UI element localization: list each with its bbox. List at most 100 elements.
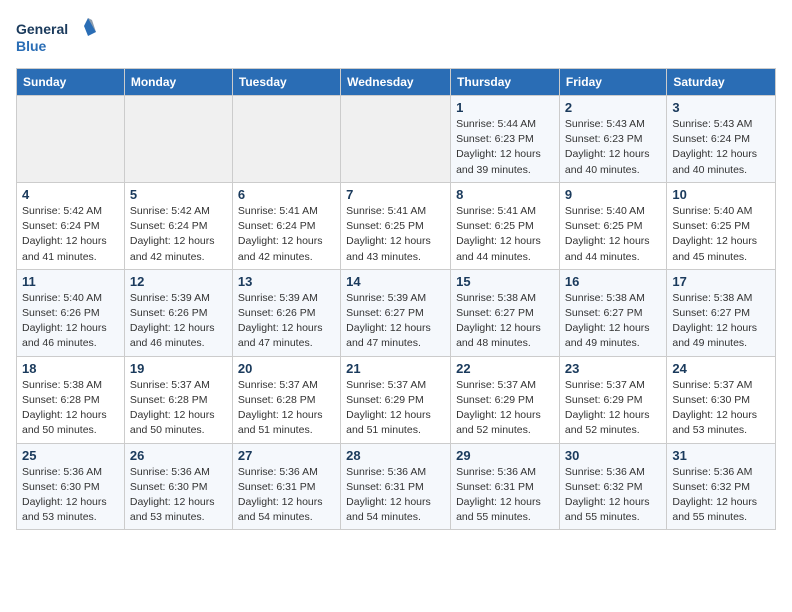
day-number: 22 [456, 361, 554, 376]
calendar-cell: 23 Sunrise: 5:37 AM Sunset: 6:29 PM Dayli… [559, 356, 666, 443]
calendar-cell [17, 96, 125, 183]
day-info: Sunrise: 5:37 AM Sunset: 6:29 PM Dayligh… [456, 378, 554, 439]
day-number: 16 [565, 274, 661, 289]
calendar-cell: 22 Sunrise: 5:37 AM Sunset: 6:29 PM Dayli… [451, 356, 560, 443]
calendar-cell: 1 Sunrise: 5:44 AM Sunset: 6:23 PM Daylig… [451, 96, 560, 183]
day-number: 1 [456, 100, 554, 115]
day-info: Sunrise: 5:41 AM Sunset: 6:25 PM Dayligh… [456, 204, 554, 265]
day-info: Sunrise: 5:43 AM Sunset: 6:24 PM Dayligh… [672, 117, 770, 178]
calendar-cell: 9 Sunrise: 5:40 AM Sunset: 6:25 PM Daylig… [559, 182, 666, 269]
day-number: 8 [456, 187, 554, 202]
day-number: 10 [672, 187, 770, 202]
weekday-header: Sunday [17, 69, 125, 96]
day-number: 25 [22, 448, 119, 463]
day-info: Sunrise: 5:43 AM Sunset: 6:23 PM Dayligh… [565, 117, 661, 178]
day-info: Sunrise: 5:38 AM Sunset: 6:28 PM Dayligh… [22, 378, 119, 439]
calendar-cell: 12Sunrise: 5:39 AM Sunset: 6:26 PM Dayli… [124, 269, 232, 356]
day-number: 19 [130, 361, 227, 376]
calendar-cell: 26 Sunrise: 5:36 AM Sunset: 6:30 PM Dayli… [124, 443, 232, 530]
calendar-cell: 19 Sunrise: 5:37 AM Sunset: 6:28 PM Dayli… [124, 356, 232, 443]
day-info: Sunrise: 5:40 AM Sunset: 6:26 PM Dayligh… [22, 291, 119, 352]
day-number: 28 [346, 448, 445, 463]
day-number: 6 [238, 187, 335, 202]
day-number: 21 [346, 361, 445, 376]
calendar-cell: 2 Sunrise: 5:43 AM Sunset: 6:23 PM Daylig… [559, 96, 666, 183]
day-info: Sunrise: 5:39 AM Sunset: 6:26 PM Dayligh… [238, 291, 335, 352]
weekday-header: Saturday [667, 69, 776, 96]
calendar-cell: 13 Sunrise: 5:39 AM Sunset: 6:26 PM Dayli… [232, 269, 340, 356]
day-number: 15 [456, 274, 554, 289]
calendar-cell: 28 Sunrise: 5:36 AM Sunset: 6:31 PM Dayli… [341, 443, 451, 530]
day-info: Sunrise: 5:36 AM Sunset: 6:32 PM Dayligh… [565, 465, 661, 526]
weekday-header: Tuesday [232, 69, 340, 96]
weekday-header: Wednesday [341, 69, 451, 96]
calendar-cell: 18Sunrise: 5:38 AM Sunset: 6:28 PM Dayli… [17, 356, 125, 443]
calendar-cell [232, 96, 340, 183]
day-info: Sunrise: 5:38 AM Sunset: 6:27 PM Dayligh… [565, 291, 661, 352]
day-info: Sunrise: 5:37 AM Sunset: 6:30 PM Dayligh… [672, 378, 770, 439]
day-info: Sunrise: 5:41 AM Sunset: 6:24 PM Dayligh… [238, 204, 335, 265]
day-info: Sunrise: 5:42 AM Sunset: 6:24 PM Dayligh… [22, 204, 119, 265]
logo: General Blue [16, 16, 96, 60]
logo-svg: General Blue [16, 16, 96, 60]
calendar-cell: 6 Sunrise: 5:41 AM Sunset: 6:24 PM Daylig… [232, 182, 340, 269]
day-number: 24 [672, 361, 770, 376]
day-number: 13 [238, 274, 335, 289]
calendar-table: SundayMondayTuesdayWednesdayThursdayFrid… [16, 68, 776, 530]
day-info: Sunrise: 5:37 AM Sunset: 6:29 PM Dayligh… [565, 378, 661, 439]
day-number: 20 [238, 361, 335, 376]
day-info: Sunrise: 5:39 AM Sunset: 6:27 PM Dayligh… [346, 291, 445, 352]
day-info: Sunrise: 5:40 AM Sunset: 6:25 PM Dayligh… [672, 204, 770, 265]
calendar-cell: 21 Sunrise: 5:37 AM Sunset: 6:29 PM Dayli… [341, 356, 451, 443]
day-info: Sunrise: 5:37 AM Sunset: 6:28 PM Dayligh… [130, 378, 227, 439]
day-info: Sunrise: 5:41 AM Sunset: 6:25 PM Dayligh… [346, 204, 445, 265]
calendar-cell: 8 Sunrise: 5:41 AM Sunset: 6:25 PM Daylig… [451, 182, 560, 269]
calendar-cell: 24 Sunrise: 5:37 AM Sunset: 6:30 PM Dayli… [667, 356, 776, 443]
day-number: 17 [672, 274, 770, 289]
weekday-header: Monday [124, 69, 232, 96]
svg-text:Blue: Blue [16, 38, 47, 54]
calendar-cell: 5 Sunrise: 5:42 AM Sunset: 6:24 PM Daylig… [124, 182, 232, 269]
day-info: Sunrise: 5:36 AM Sunset: 6:31 PM Dayligh… [346, 465, 445, 526]
day-info: Sunrise: 5:36 AM Sunset: 6:30 PM Dayligh… [130, 465, 227, 526]
day-info: Sunrise: 5:44 AM Sunset: 6:23 PM Dayligh… [456, 117, 554, 178]
calendar-cell: 16 Sunrise: 5:38 AM Sunset: 6:27 PM Dayli… [559, 269, 666, 356]
calendar-cell: 20 Sunrise: 5:37 AM Sunset: 6:28 PM Dayli… [232, 356, 340, 443]
day-info: Sunrise: 5:42 AM Sunset: 6:24 PM Dayligh… [130, 204, 227, 265]
day-number: 14 [346, 274, 445, 289]
calendar-cell: 25 Sunrise: 5:36 AM Sunset: 6:30 PM Dayli… [17, 443, 125, 530]
calendar-cell: 11 Sunrise: 5:40 AM Sunset: 6:26 PM Dayli… [17, 269, 125, 356]
page-header: General Blue [16, 16, 776, 60]
calendar-cell: 31Sunrise: 5:36 AM Sunset: 6:32 PM Dayli… [667, 443, 776, 530]
calendar-cell: 14 Sunrise: 5:39 AM Sunset: 6:27 PM Dayli… [341, 269, 451, 356]
calendar-cell: 17 Sunrise: 5:38 AM Sunset: 6:27 PM Dayli… [667, 269, 776, 356]
calendar-cell: 3 Sunrise: 5:43 AM Sunset: 6:24 PM Daylig… [667, 96, 776, 183]
day-info: Sunrise: 5:38 AM Sunset: 6:27 PM Dayligh… [456, 291, 554, 352]
day-number: 30 [565, 448, 661, 463]
day-info: Sunrise: 5:36 AM Sunset: 6:30 PM Dayligh… [22, 465, 119, 526]
day-info: Sunrise: 5:40 AM Sunset: 6:25 PM Dayligh… [565, 204, 661, 265]
day-number: 5 [130, 187, 227, 202]
day-info: Sunrise: 5:37 AM Sunset: 6:28 PM Dayligh… [238, 378, 335, 439]
weekday-header: Friday [559, 69, 666, 96]
calendar-cell: 4 Sunrise: 5:42 AM Sunset: 6:24 PM Daylig… [17, 182, 125, 269]
day-info: Sunrise: 5:36 AM Sunset: 6:31 PM Dayligh… [456, 465, 554, 526]
day-number: 9 [565, 187, 661, 202]
day-info: Sunrise: 5:36 AM Sunset: 6:32 PM Dayligh… [672, 465, 770, 526]
day-number: 2 [565, 100, 661, 115]
calendar-cell: 15 Sunrise: 5:38 AM Sunset: 6:27 PM Dayli… [451, 269, 560, 356]
day-number: 29 [456, 448, 554, 463]
calendar-cell [124, 96, 232, 183]
day-number: 26 [130, 448, 227, 463]
calendar-cell: 29 Sunrise: 5:36 AM Sunset: 6:31 PM Dayli… [451, 443, 560, 530]
svg-text:General: General [16, 21, 68, 37]
day-number: 4 [22, 187, 119, 202]
day-info: Sunrise: 5:37 AM Sunset: 6:29 PM Dayligh… [346, 378, 445, 439]
day-info: Sunrise: 5:36 AM Sunset: 6:31 PM Dayligh… [238, 465, 335, 526]
day-number: 23 [565, 361, 661, 376]
day-number: 3 [672, 100, 770, 115]
calendar-cell: 30 Sunrise: 5:36 AM Sunset: 6:32 PM Dayli… [559, 443, 666, 530]
day-info: Sunrise: 5:38 AM Sunset: 6:27 PM Dayligh… [672, 291, 770, 352]
day-number: 11 [22, 274, 119, 289]
day-number: 12 [130, 274, 227, 289]
